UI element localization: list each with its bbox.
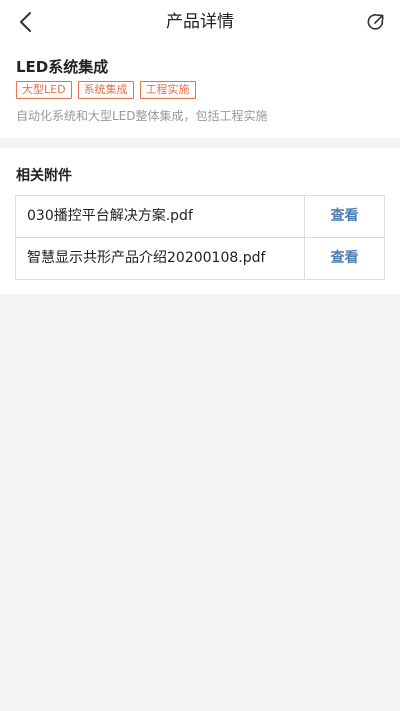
product-description: 自动化系统和大型LED整体集成，包括工程实施 [16,109,268,123]
nav-bar: 产品详情 [0,0,400,44]
page-title: 产品详情 [166,12,234,32]
attachments-table: 030播控平台解决方案.pdf 查看 智慧显示共形产品介绍20200108.pd… [15,195,385,280]
attachments-section: 相关附件 030播控平台解决方案.pdf 查看 智慧显示共形产品介绍202001… [0,148,400,294]
share-button[interactable] [362,8,390,36]
product-info-section: LED系统集成 大型LED 系统集成 工程实施 自动化系统和大型LED整体集成，… [0,44,400,138]
tag-list: 大型LED 系统集成 工程实施 [16,81,196,99]
tag: 工程实施 [139,81,196,99]
view-button[interactable]: 查看 [305,238,384,279]
tag: 大型LED [16,81,72,99]
attachment-filename: 智慧显示共形产品介绍20200108.pdf [16,238,305,279]
product-name: LED系统集成 [16,58,109,76]
attachment-row: 智慧显示共形产品介绍20200108.pdf 查看 [16,237,384,279]
attachment-row: 030播控平台解决方案.pdf 查看 [16,196,384,237]
attachment-filename: 030播控平台解决方案.pdf [16,196,305,237]
view-button[interactable]: 查看 [305,196,384,237]
attachments-title: 相关附件 [16,168,72,184]
share-icon [367,14,384,30]
tag: 系统集成 [77,81,134,99]
